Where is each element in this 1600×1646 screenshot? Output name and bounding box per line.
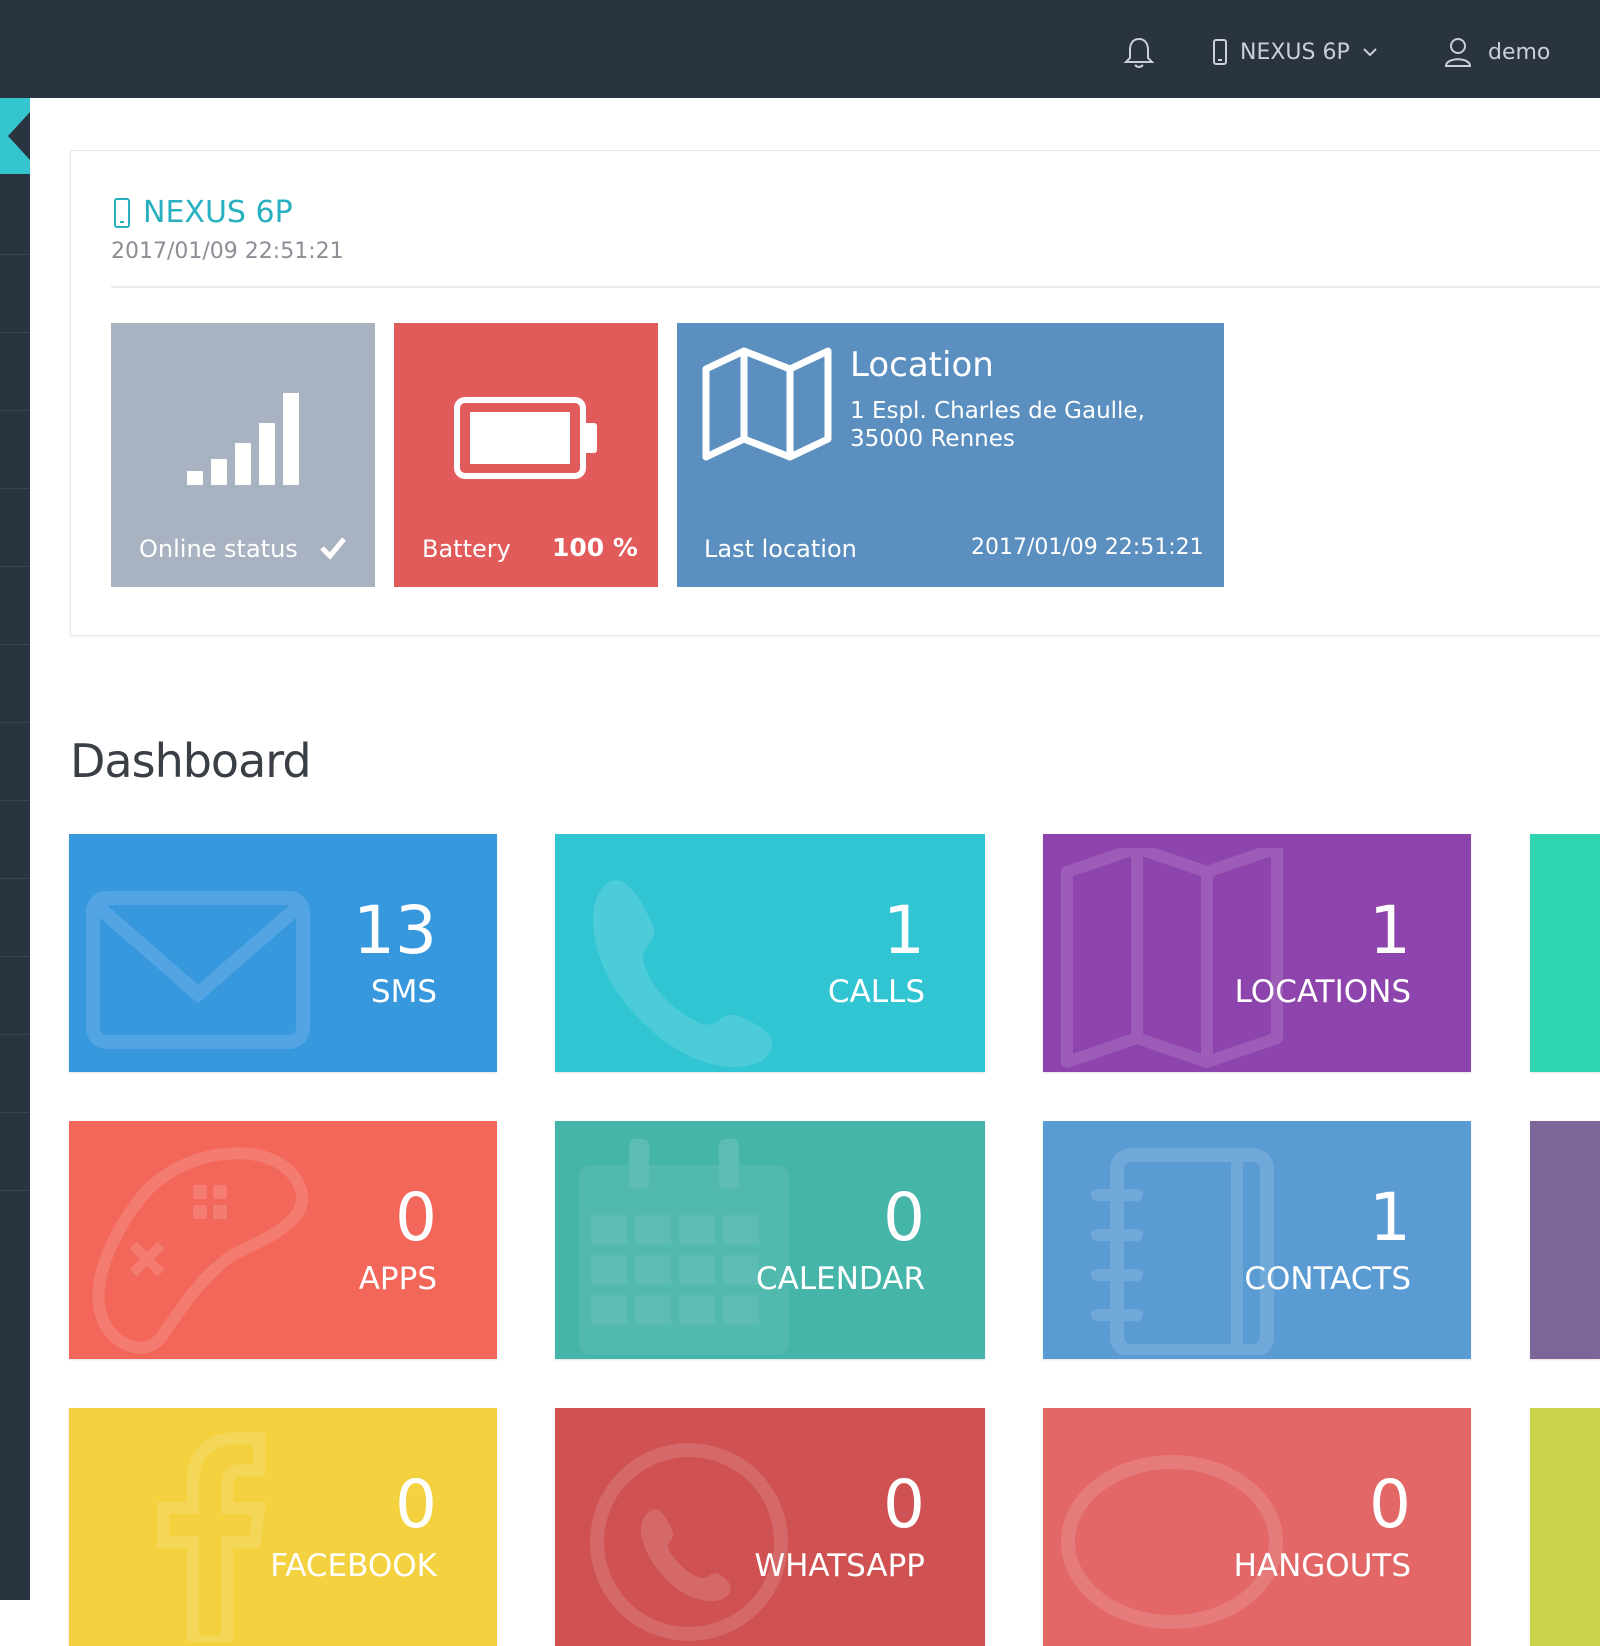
- sidebar: [0, 98, 30, 1600]
- whatsapp-tile[interactable]: 0 WHATSAPP: [555, 1408, 985, 1646]
- tile-label: WHATSAPP: [754, 1548, 925, 1584]
- device-updated-date: 2017/01/09 22:51:21: [111, 239, 344, 264]
- tile-label: CALLS: [827, 974, 925, 1010]
- tile-count: 1: [883, 892, 925, 969]
- sidebar-toggle-button[interactable]: [0, 98, 30, 174]
- dashboard-title: Dashboard: [70, 734, 312, 788]
- last-location-date: 2017/01/09 22:51:21: [971, 535, 1204, 560]
- bell-icon[interactable]: [1122, 36, 1156, 70]
- phone-device-icon: [114, 197, 130, 228]
- battery-label: Battery: [422, 535, 511, 563]
- partial-tile[interactable]: [1530, 1121, 1600, 1359]
- sidebar-divider: [0, 488, 30, 489]
- tile-label: APPS: [358, 1261, 437, 1297]
- facebook-icon: [157, 1432, 266, 1642]
- sms-tile[interactable]: 13 SMS: [69, 834, 497, 1072]
- tile-label: FACEBOOK: [270, 1548, 437, 1584]
- location-heading: Location: [850, 345, 994, 385]
- online-status-tile: Online status: [111, 323, 375, 587]
- sidebar-divider: [0, 1034, 30, 1035]
- sidebar-divider: [0, 410, 30, 411]
- location-tile[interactable]: Location 1 Espl. Charles de Gaulle, 3500…: [677, 323, 1224, 587]
- sidebar-divider: [0, 878, 30, 879]
- partial-tile[interactable]: [1530, 1408, 1600, 1646]
- tile-count: 1: [1369, 1179, 1411, 1256]
- tile-label: CALENDAR: [756, 1261, 925, 1297]
- tile-label: HANGOUTS: [1233, 1548, 1411, 1584]
- tile-count: 1: [1369, 892, 1411, 969]
- tile-count: 0: [395, 1466, 437, 1543]
- sidebar-divider: [0, 566, 30, 567]
- facebook-tile[interactable]: 0 FACEBOOK: [69, 1408, 497, 1646]
- tile-count: 0: [1369, 1466, 1411, 1543]
- calls-tile[interactable]: 1 CALLS: [555, 834, 985, 1072]
- phone-icon: [593, 880, 773, 1067]
- last-location-label: Last location: [704, 535, 857, 563]
- hangouts-tile[interactable]: 0 HANGOUTS: [1043, 1408, 1471, 1646]
- sidebar-divider: [0, 1112, 30, 1113]
- user-menu[interactable]: demo: [1444, 34, 1550, 70]
- signal-icon: [187, 393, 299, 485]
- tile-count: 0: [883, 1466, 925, 1543]
- collapse-arrow-icon: [8, 112, 30, 160]
- user-icon: [1444, 38, 1472, 67]
- envelope-icon: [86, 891, 310, 1049]
- location-address: 1 Espl. Charles de Gaulle, 35000 Rennes: [850, 398, 1145, 452]
- battery-tile: Battery 100 %: [394, 323, 658, 587]
- sidebar-divider: [0, 254, 30, 255]
- battery-icon: [454, 397, 597, 479]
- calendar-icon: [579, 1139, 789, 1355]
- device-title: NEXUS 6P: [113, 195, 293, 230]
- tile-count: 13: [353, 892, 437, 969]
- top-navbar: NEXUS 6P demo: [0, 0, 1600, 98]
- sidebar-divider: [0, 1190, 30, 1191]
- device-name: NEXUS 6P: [143, 195, 293, 230]
- tile-label: CONTACTS: [1244, 1261, 1411, 1297]
- hangouts-icon: [1061, 1455, 1283, 1629]
- calendar-tile[interactable]: 0 CALENDAR: [555, 1121, 985, 1359]
- map-icon: [1061, 848, 1283, 1068]
- partial-tile[interactable]: [1530, 834, 1600, 1072]
- device-info-panel: NEXUS 6P 2017/01/09 22:51:21 Online stat…: [70, 150, 1600, 636]
- sidebar-divider: [0, 644, 30, 645]
- device-selector-label: NEXUS 6P: [1240, 39, 1350, 65]
- gamepad-icon: [92, 1147, 309, 1354]
- contacts-tile[interactable]: 1 CONTACTS: [1043, 1121, 1471, 1359]
- phone-device-icon: [1213, 39, 1227, 65]
- check-icon: [320, 537, 346, 560]
- sidebar-divider: [0, 800, 30, 801]
- tile-label: SMS: [370, 974, 437, 1010]
- online-status-label: Online status: [139, 535, 298, 563]
- divider: [111, 286, 1600, 288]
- user-name: demo: [1488, 39, 1551, 65]
- device-selector[interactable]: NEXUS 6P: [1212, 34, 1378, 70]
- locations-tile[interactable]: 1 LOCATIONS: [1043, 834, 1471, 1072]
- address-book-icon: [1091, 1148, 1274, 1355]
- tile-count: 0: [395, 1179, 437, 1256]
- sidebar-divider: [0, 722, 30, 723]
- tile-count: 0: [883, 1179, 925, 1256]
- tile-label: LOCATIONS: [1234, 974, 1411, 1010]
- apps-tile[interactable]: 0 APPS: [69, 1121, 497, 1359]
- sidebar-divider: [0, 332, 30, 333]
- map-icon: [702, 347, 832, 461]
- whatsapp-icon: [590, 1443, 788, 1641]
- battery-value: 100 %: [552, 533, 638, 562]
- chevron-down-icon: [1363, 48, 1377, 57]
- sidebar-divider: [0, 956, 30, 957]
